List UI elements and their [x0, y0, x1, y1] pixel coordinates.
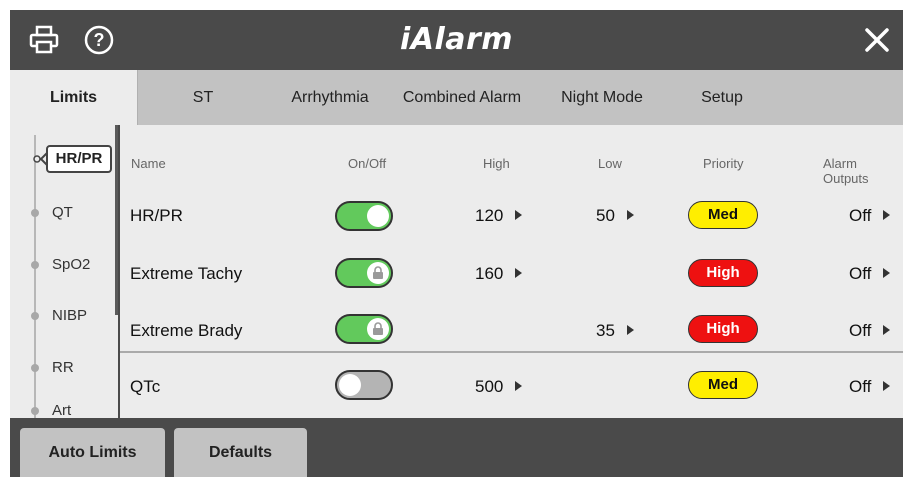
lock-icon	[373, 322, 383, 335]
tab-setup[interactable]: Setup	[672, 70, 772, 125]
sidebar-item-label: SpO2	[52, 256, 91, 273]
qtc-toggle[interactable]	[335, 370, 393, 400]
tab-limits[interactable]: Limits	[10, 70, 138, 125]
tab-night-mode[interactable]: Night Mode	[532, 70, 672, 125]
caret-right-icon	[883, 381, 891, 391]
sidebar-scrollbar[interactable]	[115, 125, 118, 315]
hr-pr-low-value[interactable]: 50	[596, 206, 634, 226]
tab-combined-alarm[interactable]: Combined Alarm	[392, 70, 532, 125]
row-name-hr-pr: HR/PR	[130, 206, 183, 225]
high-value-text: 500	[475, 377, 504, 396]
output-value-text: Off	[849, 206, 872, 225]
qtc-priority-badge[interactable]: Med	[688, 371, 758, 399]
row-name-extreme-brady: Extreme Brady	[130, 321, 243, 340]
footer-bar: Auto Limits Defaults	[10, 418, 903, 477]
title-bar: ? iAlarm	[10, 10, 903, 70]
toggle-knob	[367, 205, 389, 227]
row-name-extreme-tachy: Extreme Tachy	[130, 264, 243, 283]
caret-right-icon	[883, 210, 891, 220]
hr-pr-output-value[interactable]: Off	[849, 206, 891, 226]
row-name-qtc: QTc	[130, 377, 161, 396]
caret-right-icon	[626, 325, 634, 335]
high-value-text: 120	[475, 206, 504, 225]
close-icon	[865, 28, 889, 52]
hr-pr-priority-badge[interactable]: Med	[688, 201, 758, 229]
sidebar-item-label: RR	[52, 359, 74, 376]
nav-dot-icon	[31, 364, 39, 372]
lock-icon	[373, 266, 383, 279]
output-value-text: Off	[849, 264, 872, 283]
column-header-alarm-outputs: Alarm Outputs	[823, 156, 869, 186]
column-header-onoff: On/Off	[348, 156, 387, 171]
defaults-button[interactable]: Defaults	[174, 428, 307, 477]
hr-pr-high-value[interactable]: 120	[475, 206, 523, 226]
output-value-text: Off	[849, 377, 872, 396]
caret-right-icon	[626, 210, 634, 220]
column-header-name: Name	[131, 156, 166, 171]
sidebar-track	[34, 135, 36, 418]
extreme-brady-toggle[interactable]	[335, 314, 393, 344]
extreme-tachy-output-value[interactable]: Off	[849, 264, 891, 284]
extreme-tachy-toggle[interactable]	[335, 258, 393, 288]
tab-st[interactable]: ST	[138, 70, 268, 125]
tab-arrhythmia[interactable]: Arrhythmia	[268, 70, 392, 125]
window-title: iAlarm	[10, 22, 903, 57]
caret-right-icon	[515, 381, 523, 391]
column-header-priority: Priority	[703, 156, 744, 171]
output-value-text: Off	[849, 321, 872, 340]
caret-right-icon	[883, 268, 891, 278]
extreme-tachy-priority-badge[interactable]: High	[688, 259, 758, 287]
title-text: Alarm	[410, 22, 514, 57]
caret-right-icon	[515, 210, 523, 220]
low-value-text: 50	[596, 206, 615, 225]
nav-dot-icon	[31, 209, 39, 217]
extreme-brady-output-value[interactable]: Off	[849, 321, 891, 341]
qtc-output-value[interactable]: Off	[849, 377, 891, 397]
column-header-low: Low	[598, 156, 622, 171]
extreme-brady-low-value[interactable]: 35	[596, 321, 634, 341]
auto-limits-button[interactable]: Auto Limits	[20, 428, 165, 477]
sidebar-item-label: QT	[52, 204, 73, 221]
alarm-window: ? iAlarm Limits ST Arrhythmia Combined A…	[10, 10, 903, 477]
sidebar-item-label: HR/PR	[46, 145, 112, 173]
group-divider	[120, 351, 903, 353]
nav-dot-icon	[31, 312, 39, 320]
sidebar-item-label: NIBP	[52, 307, 88, 324]
hr-pr-toggle[interactable]	[335, 201, 393, 231]
tab-bar: Limits ST Arrhythmia Combined Alarm Nigh…	[10, 70, 903, 125]
high-value-text: 160	[475, 264, 504, 283]
close-button[interactable]	[859, 22, 895, 58]
qtc-high-value[interactable]: 500	[475, 377, 523, 397]
sidebar-item-label: Art	[52, 402, 72, 418]
title-prefix: i	[399, 22, 411, 57]
toggle-knob	[367, 318, 389, 340]
sidebar-item-hr-pr[interactable]: HR/PR	[28, 145, 118, 173]
alarm-limits-table: Name On/Off High Low Priority Alarm Outp…	[120, 125, 903, 418]
low-value-text: 35	[596, 321, 615, 340]
toggle-knob	[367, 262, 389, 284]
nav-dot-icon	[31, 407, 39, 415]
extreme-tachy-high-value[interactable]: 160	[475, 264, 523, 284]
toggle-knob	[339, 374, 361, 396]
extreme-brady-priority-badge[interactable]: High	[688, 315, 758, 343]
caret-right-icon	[515, 268, 523, 278]
column-header-high: High	[483, 156, 510, 171]
nav-dot-icon	[31, 261, 39, 269]
caret-right-icon	[883, 325, 891, 335]
parameter-sidebar: HR/PR QT SpO2 NIBP RR Art	[10, 125, 118, 418]
